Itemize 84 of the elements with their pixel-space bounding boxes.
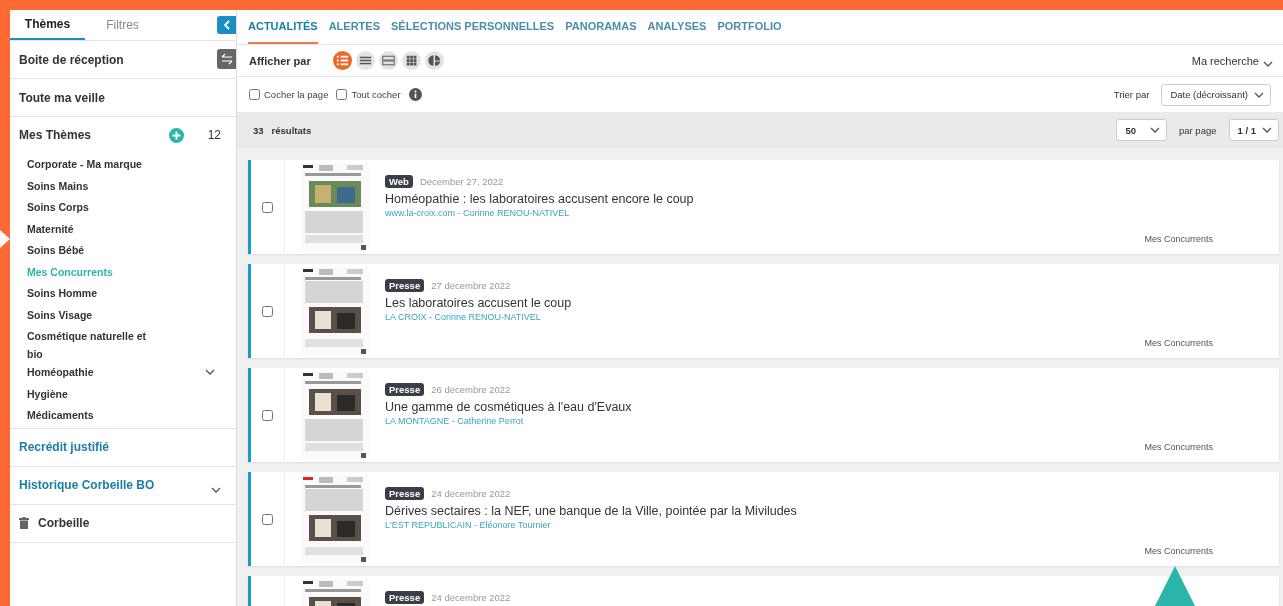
view-lines-button[interactable] — [355, 51, 375, 70]
theme-item[interactable]: Cosmétique naturelle et bio — [27, 327, 162, 363]
chevron-down-icon[interactable] — [1263, 60, 1273, 67]
theme-count: 12 — [207, 128, 221, 142]
article-title[interactable]: Dérives sectaires : la NEF, une banque de la Ville, pointée par la Miviludes — [385, 504, 1279, 518]
checkbox[interactable] — [249, 89, 260, 100]
source-type-badge: Presse — [385, 487, 425, 500]
article-date: 27 decembre 2022 — [431, 280, 511, 291]
theme-item[interactable]: Hygiène — [27, 384, 162, 403]
chevron-down-icon[interactable] — [1254, 91, 1264, 98]
sort-label: Trier par — [1113, 89, 1150, 100]
chevron-down-icon[interactable] — [205, 369, 215, 375]
checkbox[interactable] — [336, 89, 348, 100]
nav-tab[interactable]: SÉLECTIONS PERSONNELLES — [391, 10, 555, 44]
source-type-badge: Presse — [385, 591, 425, 604]
sort-dropdown[interactable]: Date (décroissant) — [1161, 83, 1271, 106]
theme-item[interactable]: Soins Homme — [27, 284, 162, 302]
sidebar-item[interactable]: Historique Corbeille BO — [19, 478, 211, 492]
swap-button[interactable] — [217, 49, 236, 69]
per-page-dropdown[interactable]: 50 — [1116, 119, 1167, 141]
article-card[interactable]: Presse 24 decembre 2022 Dérives sectaires : la NEF, une banque de la Ville, pointée par la Miviludes L'EST REPUBLICAIN - Eléonore Tournier Mes Concurrents — [248, 472, 1279, 566]
pointer-triangle-icon — [1155, 566, 1195, 606]
article-title[interactable]: Homéopathie : les laboratoires accusent encore le coup — [385, 192, 1279, 206]
view-label: Afficher par — [249, 54, 311, 67]
theme-item[interactable]: Soins Corps — [27, 198, 162, 216]
source-type-badge: Web — [385, 175, 413, 188]
search-menu[interactable]: Ma recherche — [1191, 54, 1279, 67]
sidebar-tab[interactable]: Thèmes — [10, 10, 85, 40]
sidebar-item[interactable]: Toute ma veille — [19, 90, 212, 105]
collapse-button[interactable] — [217, 16, 236, 34]
add-icon[interactable] — [168, 127, 184, 143]
result-label: résultats — [271, 124, 312, 136]
theme-item[interactable]: Soins Mains — [27, 176, 162, 195]
chevron-down-icon[interactable] — [211, 487, 221, 493]
theme-item[interactable]: Soins Bébé — [27, 241, 162, 259]
info-icon[interactable] — [408, 88, 422, 101]
view-chart-button[interactable] — [424, 51, 444, 70]
article-title[interactable]: Les laboratoires accusent le coup — [385, 296, 1279, 310]
article-date: 26 decembre 2022 — [431, 384, 511, 395]
nav-tab[interactable]: ANALYSES — [647, 10, 707, 44]
checkbox[interactable] — [262, 305, 273, 317]
chevron-left-icon — [223, 20, 230, 30]
sidebar-tab[interactable]: Filtres — [85, 10, 160, 40]
article-card[interactable]: Web December 27, 2022 Homéopathie : les laboratoires accusent encore le coup www.la-croix.com - Corinne RENOU-NATIVEL Mes Concurrents — [248, 160, 1279, 254]
per-page-label: par page — [1179, 124, 1217, 136]
sidebar-item[interactable]: Boite de réception — [19, 52, 212, 67]
page-dropdown[interactable]: 1 / 1 — [1228, 119, 1279, 141]
sidebar-heading[interactable]: Mes Thèmes — [19, 128, 169, 142]
article-theme: Mes Concurrents — [1144, 546, 1213, 556]
article-date: 24 decembre 2022 — [431, 488, 511, 499]
view-list-button[interactable] — [332, 51, 352, 70]
article-theme: Mes Concurrents — [1144, 338, 1213, 348]
nav-tab[interactable]: PORTFOLIO — [717, 10, 782, 44]
checkbox[interactable] — [262, 513, 273, 525]
article-theme: Mes Concurrents — [1144, 442, 1213, 452]
nav-tab[interactable]: PANORAMAS — [565, 10, 637, 44]
view-grid-button[interactable] — [401, 51, 421, 70]
theme-item[interactable]: Soins Visage — [27, 305, 162, 324]
article-card[interactable]: Presse 27 decembre 2022 Les laboratoires accusent le coup LA CROIX - Corinne RENOU-NATIVEL Mes Concurrents — [248, 264, 1279, 358]
article-title[interactable]: Une gamme de cosmétiques à l'eau d'Evaux — [385, 400, 1279, 414]
article-card[interactable]: Presse 26 decembre 2022 Une gamme de cosmétiques à l'eau d'Evaux LA MONTAGNE - Catherine Perrot Mes Concurrents — [248, 368, 1279, 462]
checkbox-label: Tout cocher — [351, 89, 401, 100]
swap-arrows-icon — [220, 53, 233, 65]
checkbox[interactable] — [262, 409, 273, 421]
theme-item[interactable]: Maternité — [27, 219, 162, 238]
chevron-down-icon[interactable] — [1150, 127, 1160, 133]
source-type-badge: Presse — [385, 279, 425, 292]
article-card[interactable]: Presse 24 decembre 2022 — [248, 576, 1279, 606]
theme-item[interactable]: Médicaments — [27, 406, 162, 424]
theme-item[interactable]: Corporate - Ma marque — [27, 155, 162, 173]
chevron-down-icon[interactable] — [1262, 127, 1272, 133]
article-theme: Mes Concurrents — [1144, 234, 1213, 244]
sidebar-item[interactable]: Corbeille — [38, 516, 212, 530]
sidebar-item[interactable]: Recrédit justifié — [19, 440, 227, 454]
theme-item[interactable]: Homéopathie — [27, 363, 162, 381]
source-type-badge: Presse — [385, 383, 425, 396]
view-rows-button[interactable] — [378, 51, 398, 70]
article-date: December 27, 2022 — [419, 176, 504, 187]
checkbox-label: Cocher la page — [264, 89, 329, 100]
nav-tab[interactable]: ALERTES — [328, 10, 380, 44]
trash-icon — [19, 517, 29, 529]
article-date: 24 decembre 2022 — [431, 592, 511, 603]
checkbox[interactable] — [262, 201, 273, 213]
result-count: 33 — [253, 124, 264, 136]
